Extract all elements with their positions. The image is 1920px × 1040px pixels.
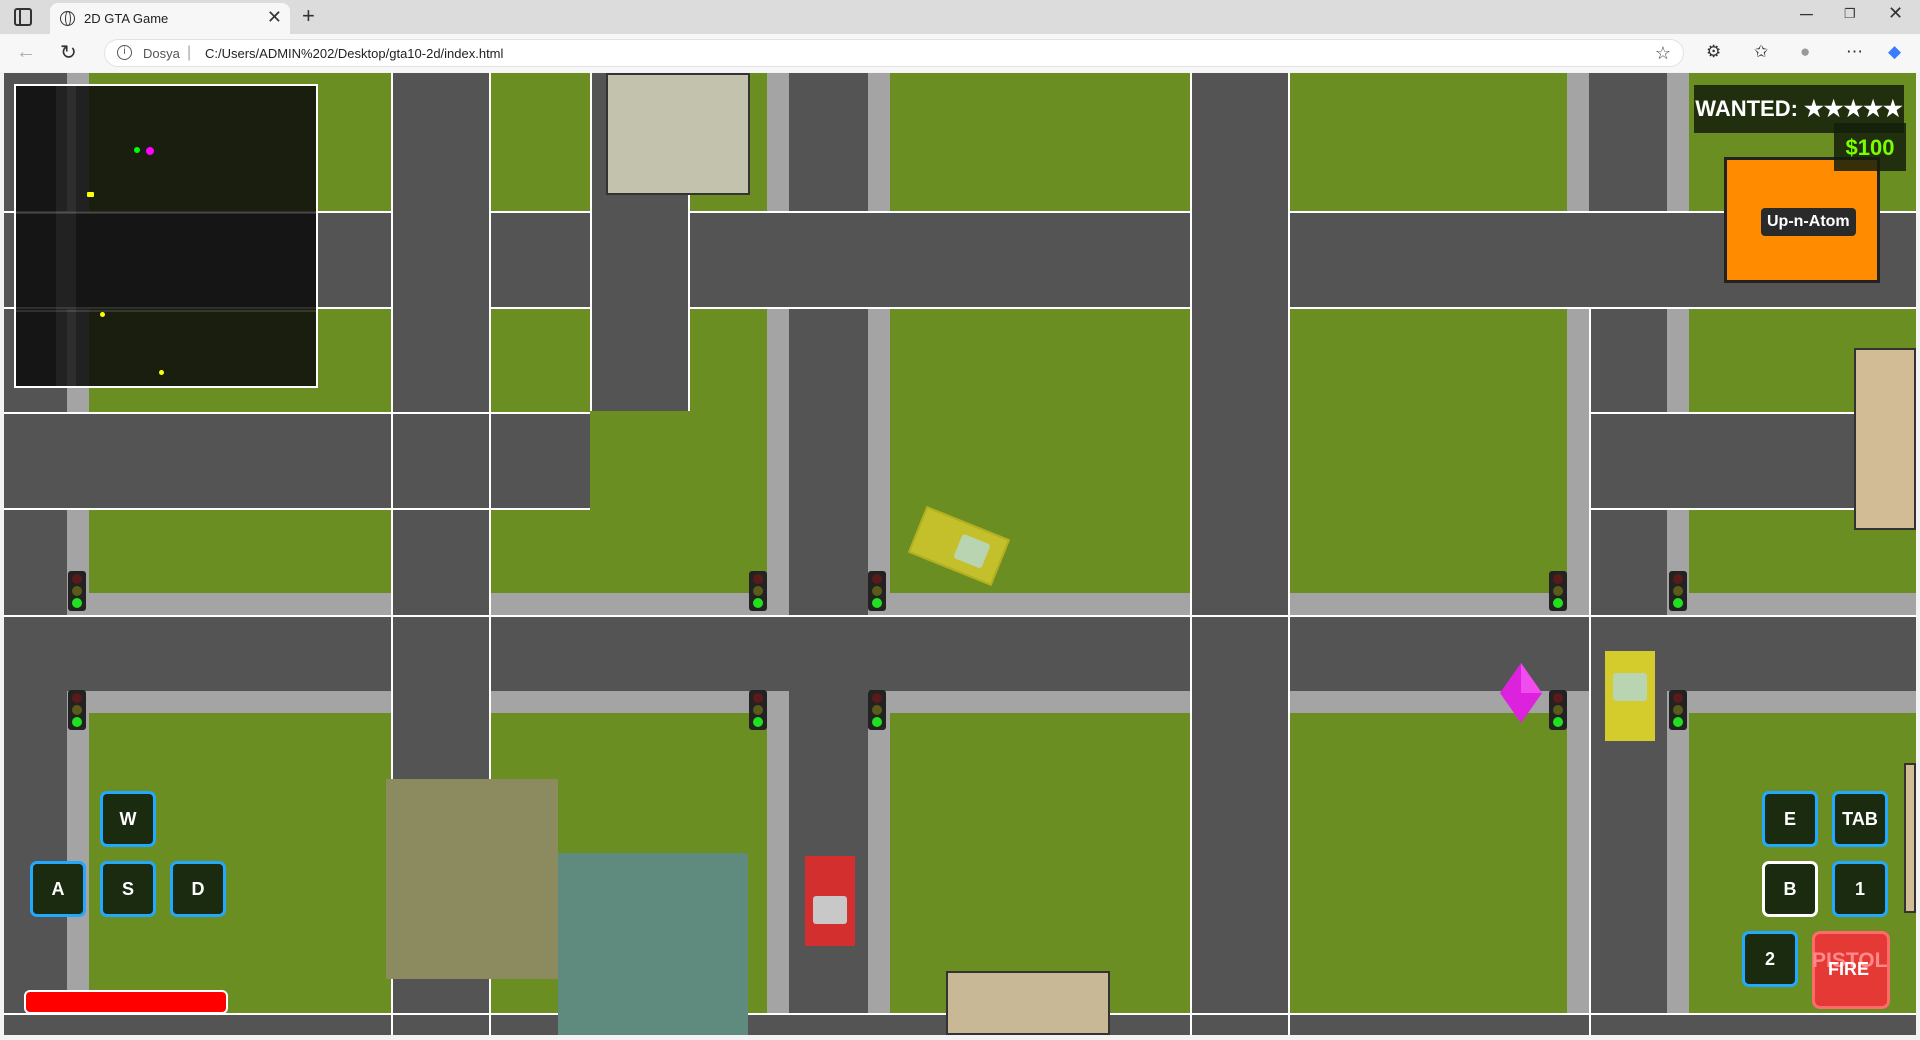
favorite-star-icon[interactable]: ☆ — [1655, 43, 1671, 64]
url-scheme-label: Dosya — [143, 46, 180, 61]
traffic-light — [1549, 690, 1567, 730]
traffic-light — [749, 571, 767, 611]
traffic-light — [68, 571, 86, 611]
taxi-car — [1605, 651, 1655, 741]
extensions-icon[interactable]: ⚙ — [1706, 42, 1721, 62]
traffic-light — [1549, 571, 1567, 611]
close-window-button[interactable]: ✕ — [1888, 3, 1903, 24]
profile-icon[interactable]: ● — [1800, 42, 1810, 62]
road-line — [590, 73, 592, 411]
info-icon[interactable]: i — [117, 45, 132, 60]
tab-close-icon[interactable]: ✕ — [267, 7, 282, 28]
traffic-light — [1669, 690, 1687, 730]
traffic-light — [749, 690, 767, 730]
road-line — [4, 508, 590, 510]
building — [558, 853, 748, 1035]
road-line — [1290, 307, 1916, 309]
building — [386, 779, 558, 979]
favorites-icon[interactable]: ✩ — [1754, 42, 1768, 62]
money-display: $100 — [1834, 123, 1906, 171]
copilot-icon[interactable]: ◆ — [1888, 42, 1901, 62]
minimap-car-dot — [159, 370, 164, 375]
traffic-light — [868, 571, 886, 611]
road-line — [690, 211, 1190, 213]
building — [1854, 348, 1916, 530]
url-field[interactable]: i Dosya | C:/Users/ADMIN%202/Desktop/gta… — [104, 39, 1684, 67]
minimap — [14, 84, 318, 388]
minimap-road — [56, 86, 76, 386]
key-a-button[interactable]: A — [30, 861, 86, 917]
building — [1904, 763, 1916, 913]
new-tab-button[interactable]: + — [302, 3, 315, 29]
building — [946, 971, 1110, 1035]
tab-title: 2D GTA Game — [84, 11, 169, 26]
tab-bar: 2D GTA Game ✕ + ─ ❐ ✕ — [0, 0, 1920, 34]
key-1-button[interactable]: 1 — [1832, 861, 1888, 917]
key-w-button[interactable]: W — [100, 791, 156, 847]
key-d-button[interactable]: D — [170, 861, 226, 917]
player-marker — [1500, 663, 1542, 723]
maximize-button[interactable]: ❐ — [1844, 6, 1856, 22]
fire-label: FIRE — [1828, 959, 1870, 979]
traffic-light — [868, 690, 886, 730]
minimap-road — [16, 212, 316, 214]
taxi-car — [907, 505, 1011, 587]
health-bar — [24, 990, 228, 1014]
key-e-button[interactable]: E — [1762, 791, 1818, 847]
minimap-mission-dot — [134, 147, 140, 153]
url-separator: | — [187, 44, 192, 61]
key-tab-button[interactable]: TAB — [1832, 791, 1888, 847]
shop-building[interactable]: Up-n-Atom — [1724, 157, 1880, 283]
minimap-player-dot — [146, 147, 154, 155]
building — [606, 73, 750, 195]
tab-actions-icon[interactable] — [14, 8, 32, 26]
key-b-button[interactable]: B — [1762, 861, 1818, 917]
road-line — [4, 615, 1916, 617]
road-line — [1190, 73, 1192, 1035]
game-canvas[interactable]: Up-n-Atom WANTED: ★★★★★ $100 W A S D E T… — [4, 73, 1916, 1035]
minimap-road — [16, 310, 316, 312]
road-line — [491, 211, 590, 213]
tab-active[interactable]: 2D GTA Game ✕ — [50, 3, 290, 34]
road-line — [491, 307, 590, 309]
minimize-button[interactable]: ─ — [1800, 4, 1813, 25]
globe-icon — [60, 11, 75, 26]
reload-icon[interactable]: ↻ — [60, 40, 77, 65]
minimap-car-dot — [100, 312, 105, 317]
road-line — [1589, 309, 1591, 1035]
red-car — [805, 856, 855, 946]
url-text[interactable]: C:/Users/ADMIN%202/Desktop/gta10-2d/inde… — [205, 46, 503, 61]
back-icon[interactable]: ← — [16, 41, 36, 64]
minimap-car-dot — [87, 192, 94, 197]
shop-label: Up-n-Atom — [1761, 208, 1856, 236]
key-s-button[interactable]: S — [100, 861, 156, 917]
more-icon[interactable]: ⋯ — [1846, 42, 1863, 62]
road-line — [690, 307, 1190, 309]
road-line — [1288, 73, 1290, 1035]
traffic-light — [1669, 571, 1687, 611]
key-2-button[interactable]: 2 — [1742, 931, 1798, 987]
traffic-light — [68, 690, 86, 730]
road-line — [4, 412, 590, 414]
road — [4, 412, 590, 510]
address-bar: ← ↻ i Dosya | C:/Users/ADMIN%202/Desktop… — [0, 34, 1920, 72]
